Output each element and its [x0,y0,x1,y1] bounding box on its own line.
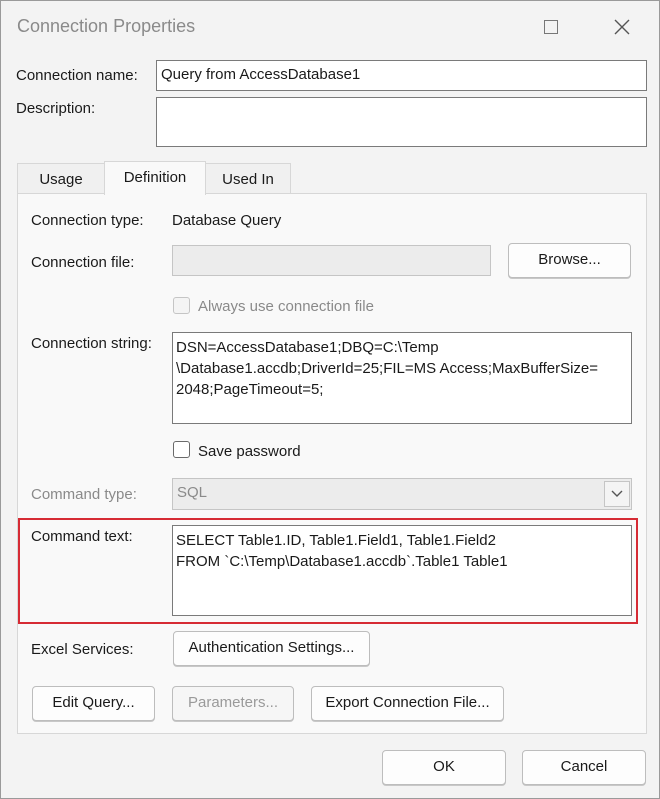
tab-definition[interactable]: Definition [104,161,206,195]
command-text-label: Command text: [31,528,133,545]
always-use-connection-file-checkbox[interactable] [173,297,190,314]
maximize-button[interactable] [528,9,574,45]
cancel-button[interactable]: Cancel [522,750,646,785]
excel-services-label: Excel Services: [31,641,134,658]
chevron-down-icon [611,490,623,497]
always-use-connection-file-label: Always use connection file [198,298,374,315]
maximize-icon [544,20,558,34]
close-icon [614,19,630,35]
ok-button[interactable]: OK [382,750,506,785]
connection-string-input[interactable]: DSN=AccessDatabase1;DBQ=C:\Temp \Databas… [172,332,632,424]
connection-type-label: Connection type: [31,212,144,229]
description-input[interactable] [156,97,647,147]
description-label: Description: [16,100,96,117]
connection-name-input[interactable]: Query from AccessDatabase1 [156,60,647,91]
browse-button[interactable]: Browse... [508,243,631,278]
parameters-button[interactable]: Parameters... [172,686,294,721]
connection-file-label: Connection file: [31,254,135,271]
connection-type-value: Database Query [172,212,282,229]
command-type-select[interactable]: SQL [172,478,632,510]
tab-used-in[interactable]: Used In [205,163,291,194]
command-text-input[interactable]: SELECT Table1.ID, Table1.Field1, Table1.… [172,525,632,616]
dialog-title: Connection Properties [17,16,196,36]
tab-usage[interactable]: Usage [17,163,105,194]
save-password-label: Save password [198,443,301,460]
authentication-settings-button[interactable]: Authentication Settings... [173,631,370,666]
connection-properties-dialog: Connection Properties Connection name: Q… [0,0,660,799]
edit-query-button[interactable]: Edit Query... [32,686,155,721]
command-type-label: Command type: [31,486,137,503]
export-connection-file-button[interactable]: Export Connection File... [311,686,504,721]
connection-string-label: Connection string: [31,335,152,352]
close-button[interactable] [599,9,645,45]
command-type-dropdown-button[interactable] [604,481,630,507]
connection-name-label: Connection name: [16,67,138,84]
save-password-checkbox[interactable] [173,441,190,458]
title-bar: Connection Properties [1,1,659,53]
connection-file-input[interactable] [172,245,491,276]
command-type-value: SQL [177,484,208,501]
